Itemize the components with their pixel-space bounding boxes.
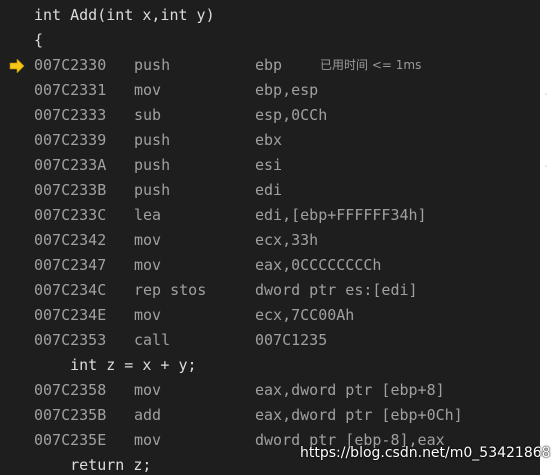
instruction-address: 007C2333 <box>34 106 107 124</box>
asm-line[interactable]: 007C2353 call 007C1235 <box>34 328 540 353</box>
asm-line[interactable]: 007C234E mov ecx,7CC00Ah <box>34 303 540 328</box>
instruction-mnemonic: mov <box>134 81 162 99</box>
instruction-operands: ebp <box>255 56 283 74</box>
asm-line[interactable]: 007C2333 sub esp,0CCh <box>34 103 540 128</box>
instruction-address: 007C2353 <box>34 331 107 349</box>
instruction-mnemonic: mov <box>134 256 162 274</box>
instruction-mnemonic: sub <box>134 106 162 124</box>
instruction-mnemonic: mov <box>134 381 162 399</box>
asm-line[interactable]: 007C2331 mov ebp,esp <box>34 78 540 103</box>
instruction-address: 007C235B <box>34 406 107 424</box>
instruction-operands: edi <box>255 181 283 199</box>
asm-line[interactable]: 007C2330 push ebp 已用时间 <= 1ms <box>34 53 540 78</box>
instruction-mnemonic: push <box>134 181 171 199</box>
perf-tip: 已用时间 <= 1ms <box>320 58 422 72</box>
instruction-operands: 007C1235 <box>255 331 328 349</box>
asm-line[interactable]: 007C233A push esi <box>34 153 540 178</box>
instruction-address: 007C233B <box>34 181 107 199</box>
instruction-operands: eax,dword ptr [ebp+0Ch] <box>255 406 463 424</box>
instruction-operands: ebx <box>255 131 283 149</box>
asm-line[interactable]: 007C233C lea edi,[ebp+FFFFFF34h] <box>34 203 540 228</box>
instruction-mnemonic: lea <box>134 206 162 224</box>
side-strip: ‧ ‧ <box>540 0 557 475</box>
source-line-body: int z = x + y; <box>34 356 197 374</box>
instruction-address: 007C233C <box>34 206 107 224</box>
yellow-arrow-icon <box>9 59 25 73</box>
asm-line[interactable]: 007C2342 mov ecx,33h <box>34 228 540 253</box>
code-listing: int Add(int x,int y) {007C2330 push ebp 已用时间… <box>34 3 540 475</box>
instruction-address: 007C235E <box>34 431 107 449</box>
disassembly-window: int Add(int x,int y) {007C2330 push ebp 已用时间… <box>0 0 540 475</box>
instruction-operands: dword ptr es:[edi] <box>255 281 418 299</box>
asm-line[interactable]: 007C2339 push ebx <box>34 128 540 153</box>
watermark-text: https://blog.csdn.net/m0_53421868 <box>300 445 551 461</box>
instruction-mnemonic: call <box>134 331 171 349</box>
instruction-mnemonic: rep stos <box>134 281 207 299</box>
instruction-operands: eax,0CCCCCCCCh <box>255 256 382 274</box>
instruction-mnemonic: mov <box>134 306 162 324</box>
instruction-address: 007C2331 <box>34 81 107 99</box>
instruction-mnemonic: mov <box>134 431 162 449</box>
instruction-mnemonic: mov <box>134 231 162 249</box>
instruction-mnemonic: push <box>134 56 171 74</box>
instruction-address: 007C2330 <box>34 56 107 74</box>
instruction-address: 007C2339 <box>34 131 107 149</box>
instruction-operands: esp,0CCh <box>255 106 328 124</box>
source-line-open-brace: { <box>34 31 44 49</box>
asm-line[interactable]: 007C234C rep stos dword ptr es:[edi] <box>34 278 540 303</box>
instruction-address: 007C2347 <box>34 256 107 274</box>
instruction-mnemonic: add <box>134 406 162 424</box>
instruction-operands: ebp,esp <box>255 81 319 99</box>
instruction-operands: ecx,7CC00Ah <box>255 306 355 324</box>
instruction-operands: edi,[ebp+FFFFFF34h] <box>255 206 427 224</box>
asm-line[interactable]: 007C233B push edi <box>34 178 540 203</box>
asm-line[interactable]: 007C235B add eax,dword ptr [ebp+0Ch] <box>34 403 540 428</box>
instruction-operands: eax,dword ptr [ebp+8] <box>255 381 445 399</box>
source-line-signature: int Add(int x,int y) <box>34 6 215 24</box>
instruction-mnemonic: push <box>134 131 171 149</box>
asm-line[interactable]: 007C2358 mov eax,dword ptr [ebp+8] <box>34 378 540 403</box>
asm-line[interactable]: 007C2347 mov eax,0CCCCCCCCh <box>34 253 540 278</box>
instruction-address: 007C2358 <box>34 381 107 399</box>
instruction-address: 007C2342 <box>34 231 107 249</box>
instruction-operands: ecx,33h <box>255 231 319 249</box>
instruction-operands: esi <box>255 156 283 174</box>
instruction-address: 007C234C <box>34 281 107 299</box>
instruction-mnemonic: push <box>134 156 171 174</box>
instruction-address: 007C234E <box>34 306 107 324</box>
instruction-address: 007C233A <box>34 156 107 174</box>
